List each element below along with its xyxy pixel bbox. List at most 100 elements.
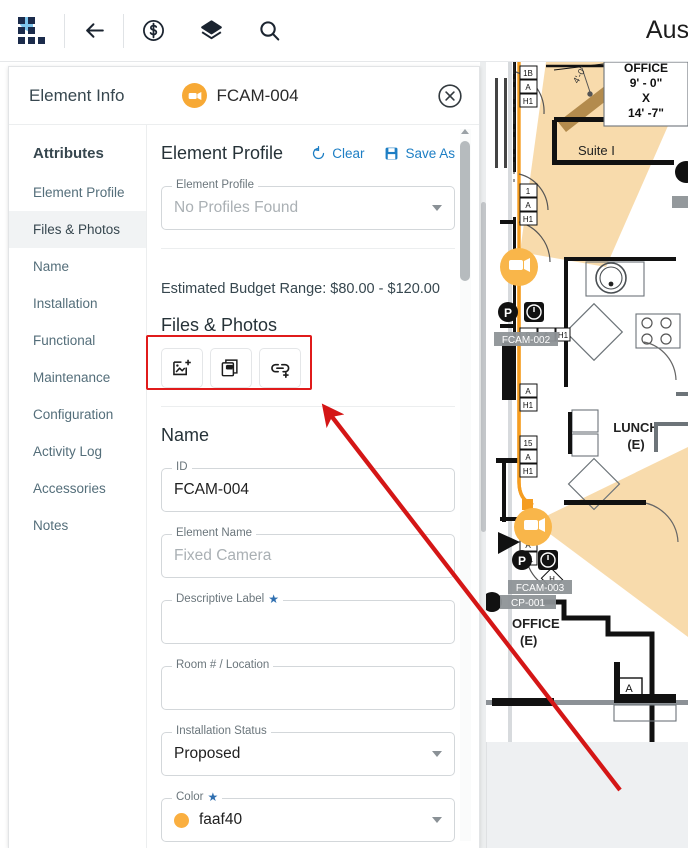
pdf-documents-icon[interactable]: PDF	[210, 348, 252, 388]
app-root: Austi	[0, 0, 688, 848]
element-info-panel: Element Info FCAM-004 Attributes Element…	[8, 66, 480, 848]
descriptive-label-field[interactable]: Descriptive Label ★	[161, 593, 455, 644]
divider-1	[161, 248, 455, 249]
floorplan-marker-cp-001: CP-001	[482, 592, 556, 612]
svg-text:14' -7": 14' -7"	[628, 106, 664, 120]
installation-status-label: Installation Status	[172, 725, 271, 737]
svg-text:CP-001: CP-001	[511, 598, 545, 609]
star-icon: ★	[207, 790, 219, 804]
add-image-icon[interactable]	[161, 348, 203, 388]
name-section-heading: Name	[161, 425, 210, 445]
room-location-field-label: Room # / Location	[172, 659, 274, 671]
panel-title: Element Info	[29, 85, 125, 105]
sidebar-item-notes[interactable]: Notes	[9, 507, 146, 544]
element-profile-field-label: Element Profile	[172, 179, 258, 191]
element-profile-select[interactable]: Element Profile No Profiles Found	[161, 179, 455, 230]
svg-text:LUNCH: LUNCH	[613, 420, 659, 435]
clear-button[interactable]: Clear	[311, 146, 364, 161]
sidebar-item-configuration[interactable]: Configuration	[9, 396, 146, 433]
color-value: faaf40	[199, 811, 243, 828]
svg-text:P: P	[504, 306, 512, 320]
panel-body: Attributes Element Profile Files & Photo…	[9, 125, 479, 848]
clear-label: Clear	[332, 146, 365, 161]
chevron-down-icon	[432, 205, 442, 211]
dollar-circle-icon[interactable]	[124, 0, 182, 62]
sidebar-item-maintenance[interactable]: Maintenance	[9, 359, 146, 396]
svg-text:H1: H1	[523, 467, 534, 476]
id-field-label: ID	[172, 461, 192, 473]
svg-text:A: A	[525, 83, 531, 92]
element-name-field-label: Element Name	[172, 527, 257, 539]
sidebar-item-files-photos[interactable]: Files & Photos	[9, 211, 146, 248]
svg-text:1: 1	[526, 187, 531, 196]
divider-2	[161, 406, 455, 407]
top-toolbar: Austi	[0, 0, 688, 62]
color-swatch	[174, 812, 189, 828]
element-profile-placeholder: No Profiles Found	[174, 199, 299, 216]
svg-text:P: P	[518, 554, 526, 568]
chevron-down-icon	[432, 817, 442, 823]
svg-text:H1: H1	[523, 215, 534, 224]
sidebar-title: Attributes	[33, 145, 104, 162]
sidebar-item-name[interactable]: Name	[9, 248, 146, 285]
panel-scrollbar[interactable]	[460, 129, 471, 841]
layers-icon[interactable]	[182, 0, 240, 62]
svg-text:1B: 1B	[523, 69, 533, 78]
attributes-form: Element Profile Clear Save As Element Pr…	[147, 125, 479, 848]
descriptive-label-text: Descriptive Label	[176, 593, 265, 605]
app-logo[interactable]	[0, 16, 64, 45]
svg-text:OFFICE: OFFICE	[624, 62, 668, 75]
scroll-up-arrow-icon[interactable]	[461, 129, 469, 134]
page-title: Austi	[645, 16, 688, 44]
svg-text:Suite I: Suite I	[578, 143, 615, 158]
svg-text:H1: H1	[523, 401, 534, 410]
floorplan-viewport[interactable]: OFFICE 9' - 0" X 14' -7" Suite I LUNCH (…	[480, 62, 688, 848]
panel-header: Element Info FCAM-004	[9, 67, 479, 125]
sidebar-item-accessories[interactable]: Accessories	[9, 470, 146, 507]
svg-text:(E): (E)	[520, 633, 537, 648]
installation-status-select[interactable]: Installation Status Proposed	[161, 725, 455, 776]
add-link-icon[interactable]	[259, 348, 301, 388]
sidebar-item-element-profile[interactable]: Element Profile	[9, 174, 146, 211]
chevron-down-icon	[432, 751, 442, 757]
scrollbar-thumb[interactable]	[460, 141, 470, 281]
svg-text:A: A	[525, 387, 531, 396]
estimated-budget-range: Estimated Budget Range: $80.00 - $120.00	[161, 281, 440, 297]
sidebar-item-installation[interactable]: Installation	[9, 285, 146, 322]
attributes-sidebar: Attributes Element Profile Files & Photo…	[9, 125, 147, 848]
element-name-field[interactable]: Element Name Fixed Camera	[161, 527, 455, 578]
save-as-button[interactable]: Save As	[384, 146, 455, 161]
save-as-label: Save As	[405, 146, 455, 161]
svg-text:PDF: PDF	[226, 366, 233, 370]
camera-icon	[182, 83, 208, 108]
svg-text:FCAM-003: FCAM-003	[516, 583, 565, 594]
element-name-placeholder: Fixed Camera	[174, 547, 272, 564]
element-profile-heading: Element Profile	[161, 143, 284, 163]
sidebar-item-functional[interactable]: Functional	[9, 322, 146, 359]
installation-status-value: Proposed	[174, 745, 241, 762]
svg-text:15: 15	[524, 439, 533, 448]
search-icon[interactable]	[240, 0, 298, 62]
element-id-label: FCAM-004	[216, 85, 299, 105]
back-arrow-icon[interactable]	[65, 0, 123, 62]
id-field[interactable]: ID FCAM-004	[161, 461, 455, 512]
svg-text:A: A	[625, 683, 633, 695]
close-icon[interactable]	[437, 83, 463, 109]
room-location-field[interactable]: Room # / Location	[161, 659, 455, 710]
svg-text:A: A	[525, 201, 531, 210]
svg-text:H1: H1	[523, 97, 534, 106]
sidebar-item-activity-log[interactable]: Activity Log	[9, 433, 146, 470]
color-select[interactable]: Color ★ faaf40	[161, 791, 455, 842]
svg-text:FCAM-002: FCAM-002	[502, 335, 551, 346]
svg-text:(E): (E)	[627, 437, 644, 452]
files-photos-heading: Files & Photos	[161, 315, 278, 335]
svg-text:H1: H1	[558, 331, 569, 340]
files-photos-actions: PDF	[161, 348, 455, 388]
svg-text:X: X	[642, 91, 650, 105]
svg-text:OFFICE: OFFICE	[512, 616, 560, 631]
floorplan-canvas[interactable]: OFFICE 9' - 0" X 14' -7" Suite I LUNCH (…	[482, 62, 688, 742]
floorplan-drawing: OFFICE 9' - 0" X 14' -7" Suite I LUNCH (…	[482, 62, 688, 742]
svg-text:A: A	[525, 453, 531, 462]
id-field-value: FCAM-004	[174, 481, 249, 498]
color-field-label: Color ★	[172, 790, 223, 804]
